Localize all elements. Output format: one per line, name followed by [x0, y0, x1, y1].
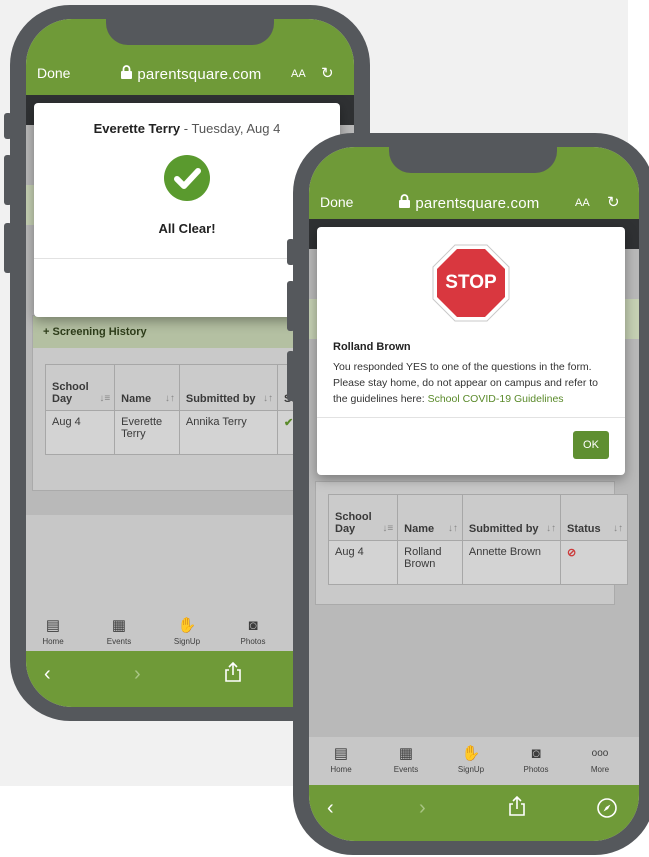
right-phone-volume-down [287, 351, 295, 401]
app-tab-bar: ▤ Home ▦ Events ✋ SignUp ◙ Photos ooo More [309, 737, 639, 785]
cell-submitted-by: Annika Terry [178, 410, 279, 455]
col-name[interactable]: Name ↓↑ [114, 364, 180, 411]
sort-icon: ↓↑ [263, 393, 274, 404]
cell-name: Everette Terry [114, 410, 180, 455]
table-header-row: School Day ↓≡ Name ↓↑ Submitted by ↓↑ Statu… [327, 494, 628, 541]
forward-icon[interactable]: › [134, 663, 141, 686]
calendar-icon: ▦ [398, 745, 414, 762]
sort-desc-icon: ↓≡ [99, 393, 111, 404]
camera-icon: ◙ [531, 745, 541, 762]
text-size-button[interactable]: AA [291, 68, 306, 80]
lock-icon [120, 65, 137, 83]
share-icon[interactable] [224, 661, 242, 689]
right-phone: Done parentsquare.com AA ↻ School Day ↓≡… [287, 133, 649, 855]
stop-modal: STOP Rolland Brown You responded YES to … [317, 227, 625, 475]
cell-status: ⊘ [560, 540, 628, 585]
reload-icon[interactable]: ↻ [321, 64, 334, 82]
marketing-composite: Done parentsquare.com AA ↻ + Screening H… [0, 0, 649, 857]
blocked-icon: ⊘ [567, 547, 577, 559]
left-phone-mute-switch [4, 113, 12, 139]
screening-history-panel: + Screening History School Day ↓≡ Name ↓↑ … [32, 315, 345, 491]
right-phone-notch [389, 147, 557, 173]
sort-icon: ↓↑ [613, 523, 623, 534]
sort-icon: ↓↑ [164, 393, 175, 404]
back-icon[interactable]: ‹ [327, 797, 334, 820]
col-submitted-by[interactable]: Submitted by ↓↑ [461, 494, 562, 541]
url-field[interactable]: parentsquare.com [120, 65, 261, 83]
stop-sign-text: STOP [445, 272, 497, 293]
done-button[interactable]: Done [37, 65, 70, 81]
sort-desc-icon: ↓≡ [382, 523, 394, 534]
col-name[interactable]: Name ↓↑ [397, 494, 463, 541]
col-school-day[interactable]: School Day ↓≡ [44, 364, 116, 411]
tab-photos[interactable]: ◙ Photos [228, 617, 278, 646]
browser-toolbar: ‹ › [309, 785, 639, 841]
camera-icon: ◙ [248, 617, 258, 634]
cell-day: Aug 4 [44, 410, 116, 455]
reload-icon[interactable]: ↻ [607, 193, 620, 211]
left-phone-notch [106, 19, 274, 45]
modal-title: Everette Terry - Tuesday, Aug 4 [34, 121, 340, 136]
url-field[interactable]: parentsquare.com [398, 194, 539, 212]
lock-icon [398, 194, 415, 212]
calendar-icon: ▦ [111, 617, 127, 634]
tab-home[interactable]: ▤ Home [316, 745, 366, 774]
check-circle-icon [164, 155, 210, 201]
tab-more[interactable]: ooo More [575, 745, 625, 774]
forward-icon[interactable]: › [419, 797, 426, 820]
hand-icon: ✋ [461, 745, 481, 762]
right-phone-volume-up [287, 281, 295, 331]
right-phone-screen: Done parentsquare.com AA ↻ School Day ↓≡… [309, 147, 639, 841]
text-size-button[interactable]: AA [575, 197, 590, 209]
left-phone-volume-down [4, 223, 12, 273]
stop-message: You responded YES to one of the question… [333, 361, 598, 405]
home-icon: ▤ [333, 745, 349, 762]
compass-icon[interactable] [596, 797, 618, 825]
tab-home[interactable]: ▤ Home [28, 617, 78, 646]
col-status[interactable]: Status ↓↑ [560, 494, 628, 541]
table-row[interactable]: Aug 4 Rolland Brown Annette Brown ⊘ [327, 540, 628, 585]
screening-history-panel: School Day ↓≡ Name ↓↑ Submitted by ↓↑ Statu… [315, 481, 628, 605]
sort-icon: ↓↑ [447, 523, 458, 534]
left-phone-volume-up [4, 155, 12, 205]
done-button[interactable]: Done [320, 194, 353, 210]
modal-divider [317, 417, 625, 418]
share-icon[interactable] [508, 795, 526, 823]
guidelines-link[interactable]: School COVID-19 Guidelines [428, 393, 564, 405]
student-name: Everette Terry [93, 121, 181, 136]
ok-button[interactable]: OK [573, 431, 609, 459]
more-icon: ooo [591, 748, 609, 759]
home-icon: ▤ [45, 617, 61, 634]
tab-signup[interactable]: ✋ SignUp [446, 745, 496, 774]
tab-photos[interactable]: ◙ Photos [511, 745, 561, 774]
student-name: Rolland Brown [333, 341, 411, 353]
sort-icon: ↓↑ [546, 523, 557, 534]
tab-events[interactable]: ▦ Events [381, 745, 431, 774]
col-school-day[interactable]: School Day ↓≡ [327, 494, 399, 541]
hand-icon: ✋ [177, 617, 197, 634]
modal-date: - Tuesday, Aug 4 [180, 121, 281, 136]
tab-events[interactable]: ▦ Events [94, 617, 144, 646]
check-icon: ✔ [284, 417, 294, 429]
right-phone-mute-switch [287, 239, 295, 265]
screening-history-table: School Day ↓≡ Name ↓↑ Submitted by ↓↑ Statu… [327, 494, 628, 585]
back-icon[interactable]: ‹ [44, 663, 51, 686]
cell-name: Rolland Brown [397, 540, 463, 585]
stop-sign-icon: STOP [431, 243, 511, 323]
col-submitted-by[interactable]: Submitted by ↓↑ [178, 364, 279, 411]
tab-signup[interactable]: ✋ SignUp [162, 617, 212, 646]
cell-day: Aug 4 [327, 540, 399, 585]
cell-submitted-by: Annette Brown [461, 540, 562, 585]
